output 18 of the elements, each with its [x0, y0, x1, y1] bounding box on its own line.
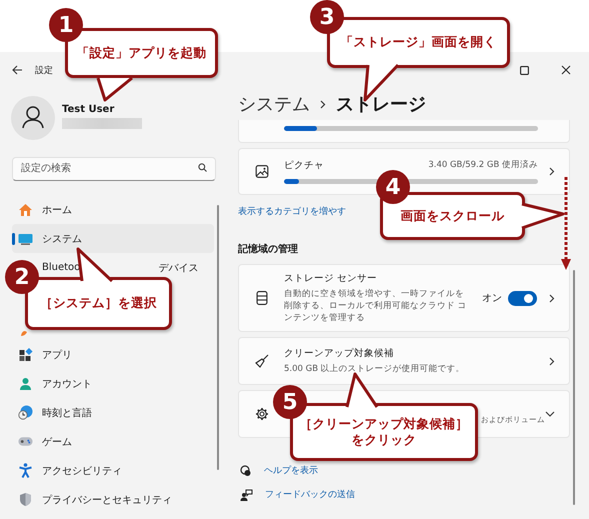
- user-name: Test User: [62, 104, 116, 115]
- callout-text: 「設定」アプリを起動: [76, 44, 208, 62]
- toggle-label: オン: [482, 292, 502, 305]
- card-title: クリーンアップ対象候補: [284, 347, 395, 360]
- step-number: 1: [49, 8, 83, 42]
- section-title: 記憶域の管理: [238, 242, 298, 256]
- page-title: ストレージ: [336, 93, 426, 116]
- callout-text: をクリック: [350, 432, 418, 448]
- category-name: ピクチャ: [284, 159, 324, 172]
- step-number: 3: [310, 0, 344, 34]
- card-description: 5.00 GB 以上のストレージが使用可能です。: [284, 363, 466, 375]
- window-title: 設定: [35, 64, 53, 76]
- usage-text: 3.40 GB/59.2 GB 使用済み: [428, 159, 538, 172]
- callout-text: 画面をスクロール: [400, 208, 506, 224]
- callout-text: 「ストレージ」画面を開く: [340, 34, 498, 51]
- callout-text: ［システム］を選択: [39, 295, 158, 312]
- card-title: ストレージ センサー: [284, 272, 378, 285]
- card-description: 自動的に空き領域を増やす、一時ファイルを削除する、ローカルで利用可能なクラウド コンテンツを管理する: [284, 288, 468, 324]
